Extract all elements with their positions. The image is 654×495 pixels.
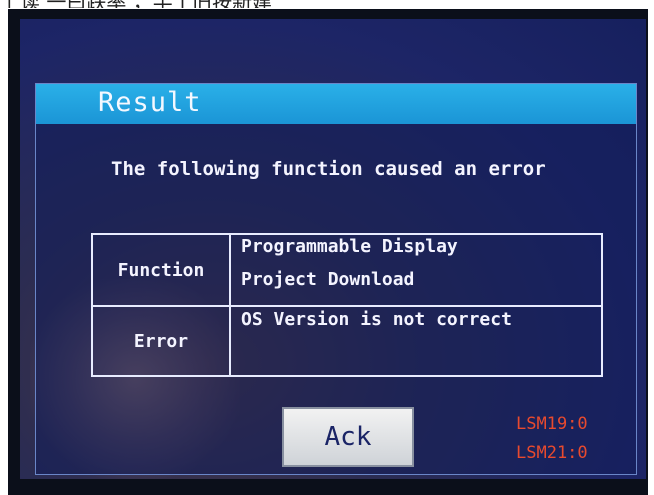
error-value-cell: OS Version is not correct	[241, 309, 591, 375]
result-table: Function Programmable Display Project Do…	[91, 233, 603, 377]
error-message: The following function caused an error	[111, 158, 546, 180]
error-value-line-1: OS Version is not correct	[241, 309, 512, 330]
function-value-line-2: Project Download	[241, 269, 415, 290]
display-screen: Result The following function caused an …	[20, 19, 646, 479]
lsm19-status: LSM19:0	[516, 414, 588, 434]
function-value-line-1: Programmable Display	[241, 236, 458, 257]
error-label-cell: Error	[93, 307, 229, 375]
ack-button[interactable]: Ack	[282, 407, 414, 467]
device-bezel: Result The following function caused an …	[8, 9, 648, 495]
dialog-title-bar: Result	[36, 84, 636, 124]
function-label: Function	[117, 259, 205, 281]
function-value-cell: Programmable Display Project Download	[241, 235, 591, 305]
page-top-text: 上读 一曰跌率 ，半 | 旧按新建	[0, 0, 654, 8]
dialog-title: Result	[98, 87, 202, 118]
error-label: Error	[133, 330, 189, 352]
function-label-cell: Function	[93, 235, 229, 305]
result-dialog: Result The following function caused an …	[35, 83, 637, 475]
lsm21-status: LSM21:0	[516, 443, 588, 463]
